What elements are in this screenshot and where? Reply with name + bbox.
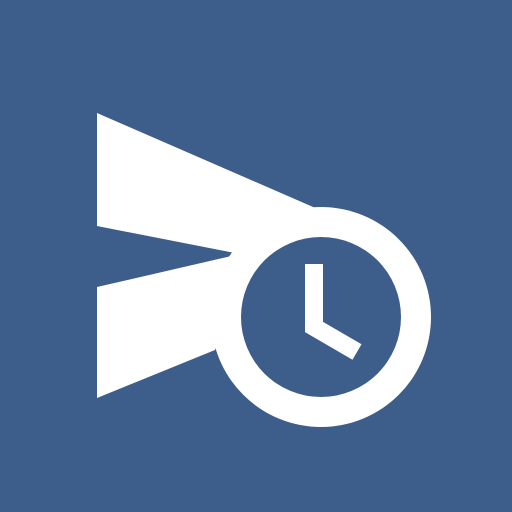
icon-canvas — [0, 0, 512, 512]
clock-icon — [211, 207, 431, 427]
send-clock-icon — [0, 0, 512, 512]
